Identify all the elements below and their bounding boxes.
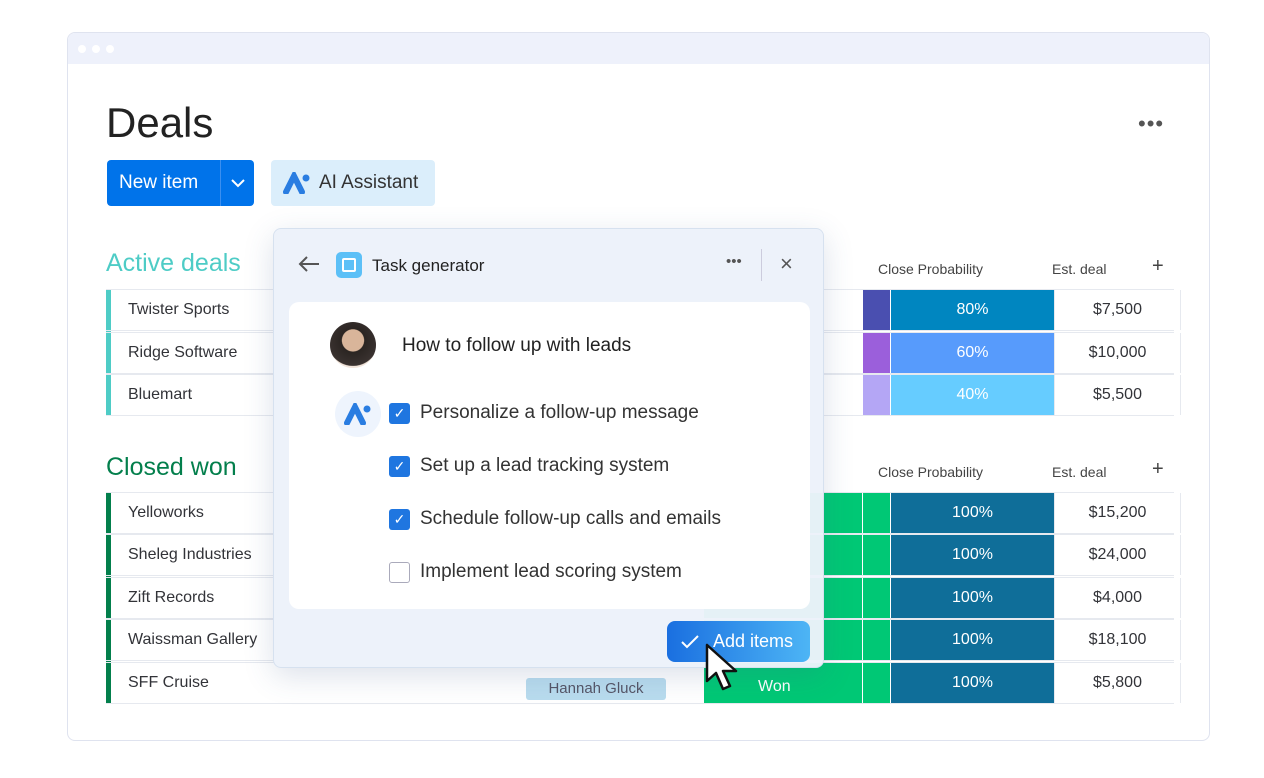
close-probability-cell[interactable]: 60% [891, 332, 1054, 373]
deal-name[interactable]: Twister Sports [128, 301, 229, 319]
new-item-label: New item [119, 172, 199, 193]
task-label: Set up a lead tracking system [420, 455, 670, 476]
status-label[interactable]: Won [758, 678, 791, 696]
window-titlebar [68, 33, 1209, 64]
group-title-active: Active deals [106, 249, 241, 277]
deal-name[interactable]: SFF Cruise [128, 674, 209, 692]
window-dot [78, 44, 86, 53]
deal-name[interactable]: Yelloworks [128, 504, 204, 522]
close-probability-cell[interactable]: 100% [891, 493, 1054, 533]
stage-cell[interactable] [863, 332, 890, 373]
mouse-cursor-icon [705, 643, 738, 691]
check-icon [681, 634, 699, 648]
new-item-button[interactable]: New item [107, 160, 254, 206]
est-deal-cell[interactable]: $15,200 [1054, 493, 1181, 533]
checkbox-checked[interactable]: ✓ [389, 455, 410, 477]
task-label: Personalize a follow-up message [420, 402, 699, 423]
window-dot [106, 44, 114, 53]
close-probability-cell[interactable]: 40% [891, 375, 1054, 415]
add-column-icon[interactable]: + [1152, 255, 1164, 278]
column-header-close-probability: Close Probability [878, 261, 984, 277]
close-icon[interactable]: × [780, 251, 793, 277]
est-deal-cell[interactable]: $18,100 [1054, 620, 1181, 661]
est-deal-cell[interactable]: $4,000 [1054, 577, 1181, 618]
est-deal-cell[interactable]: $10,000 [1054, 332, 1181, 373]
deal-name[interactable]: Sheleg Industries [128, 546, 252, 564]
column-header-close-probability: Close Probability [878, 464, 984, 480]
stage-cell[interactable] [863, 620, 890, 661]
user-avatar [330, 322, 376, 368]
deal-name[interactable]: Bluemart [128, 386, 192, 404]
close-probability-cell[interactable]: 100% [891, 535, 1054, 576]
deal-name[interactable]: Zift Records [128, 589, 214, 607]
more-options-icon[interactable]: ••• [1138, 111, 1164, 137]
task-label: Implement lead scoring system [420, 561, 682, 582]
checkbox-checked[interactable]: ✓ [389, 508, 410, 530]
prompt-text: How to follow up with leads [402, 335, 632, 356]
task-item[interactable]: ✓ Schedule follow-up calls and emails [389, 508, 721, 530]
owner-chip[interactable]: Hannah Gluck [526, 678, 666, 700]
ai-assistant-label: AI Assistant [319, 172, 419, 193]
stage-cell[interactable] [863, 493, 890, 533]
back-arrow-icon[interactable] [298, 255, 320, 273]
group-title-closed: Closed won [106, 453, 237, 481]
stage-cell[interactable] [863, 535, 890, 576]
close-probability-cell[interactable]: 80% [891, 290, 1054, 330]
add-column-icon[interactable]: + [1152, 458, 1164, 481]
window-dot [92, 44, 100, 53]
task-generator-panel: Task generator ••• × How to follow up wi… [273, 228, 824, 691]
chevron-down-icon[interactable] [220, 160, 254, 206]
task-item[interactable]: Implement lead scoring system [389, 561, 682, 583]
column-header-est-deal: Est. deal [1052, 464, 1107, 480]
deal-name[interactable]: Waissman Gallery [128, 631, 257, 649]
more-options-icon[interactable]: ••• [726, 253, 742, 270]
task-item[interactable]: ✓ Set up a lead tracking system [389, 455, 669, 477]
column-header-est-deal: Est. deal [1052, 261, 1107, 277]
page-title: Deals [106, 99, 214, 146]
checkbox-unchecked[interactable] [389, 561, 410, 583]
ai-logo-icon [283, 172, 310, 194]
stage-cell[interactable] [863, 662, 890, 703]
task-generator-icon [336, 252, 362, 278]
close-probability-cell[interactable]: 100% [891, 577, 1054, 618]
checkbox-checked[interactable]: ✓ [389, 402, 410, 424]
stage-cell[interactable] [863, 290, 890, 330]
est-deal-cell[interactable]: $24,000 [1054, 535, 1181, 576]
est-deal-cell[interactable]: $5,800 [1054, 662, 1181, 703]
panel-title: Task generator [372, 256, 485, 275]
ai-logo-icon [335, 391, 381, 437]
stage-cell[interactable] [863, 375, 890, 415]
est-deal-cell[interactable]: $5,500 [1054, 375, 1181, 415]
close-probability-cell[interactable]: 100% [891, 662, 1054, 703]
close-probability-cell[interactable]: 100% [891, 620, 1054, 661]
task-item[interactable]: ✓ Personalize a follow-up message [389, 402, 699, 424]
divider [761, 249, 762, 281]
deal-name[interactable]: Ridge Software [128, 344, 237, 362]
task-label: Schedule follow-up calls and emails [420, 508, 721, 529]
ai-assistant-button[interactable]: AI Assistant [271, 160, 435, 206]
stage-cell[interactable] [863, 577, 890, 618]
task-list-card: How to follow up with leads ✓ Personaliz… [289, 302, 810, 609]
est-deal-cell[interactable]: $7,500 [1054, 290, 1181, 330]
